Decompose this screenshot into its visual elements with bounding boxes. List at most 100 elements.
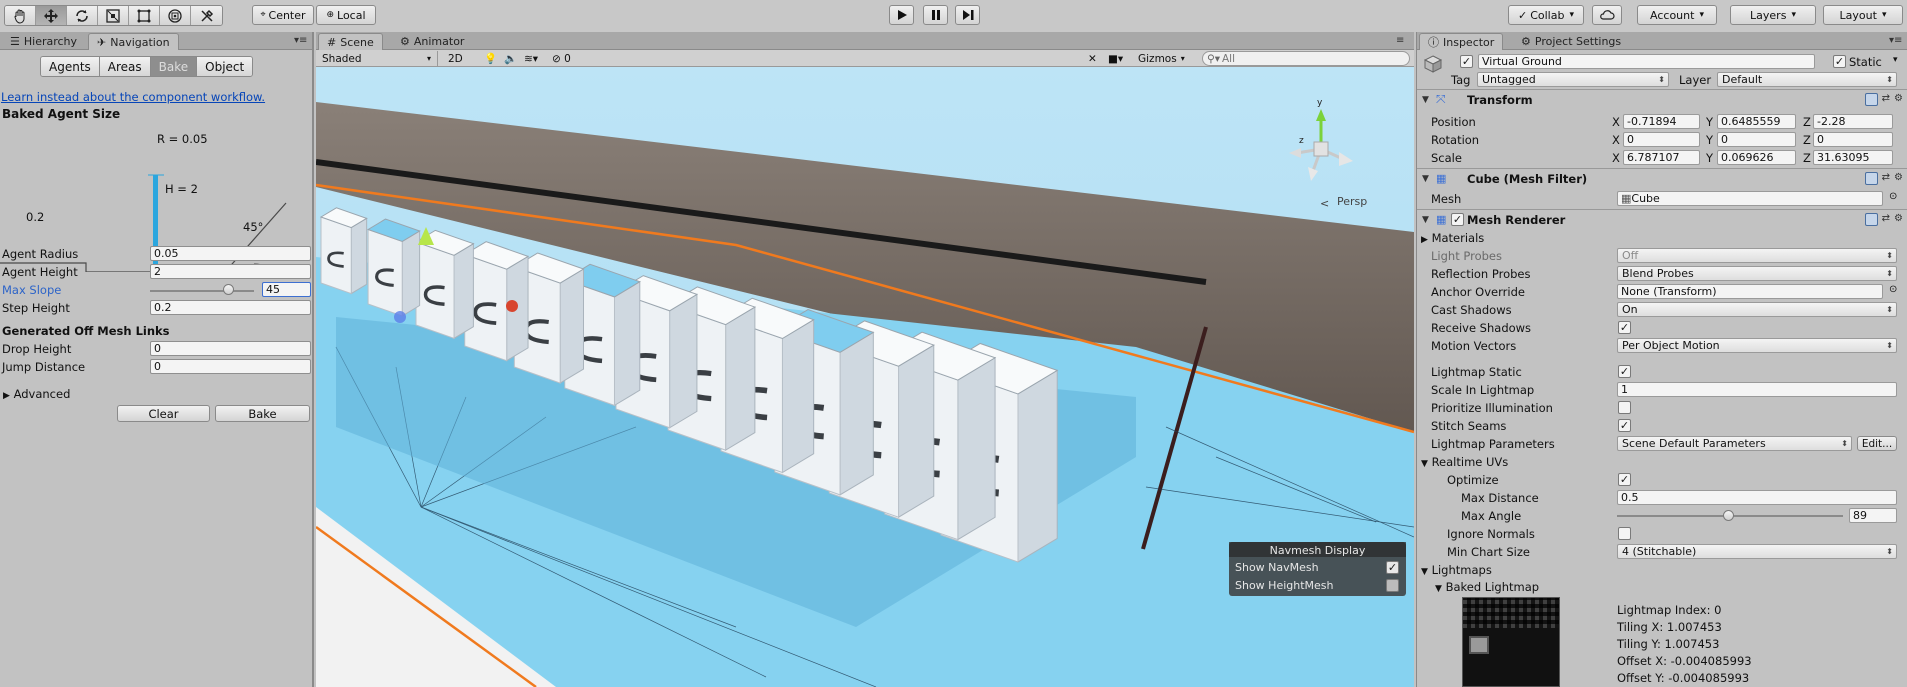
- pause-button[interactable]: [923, 5, 948, 25]
- min-chart-size-dropdown[interactable]: 4 (Stitchable): [1617, 544, 1897, 559]
- clear-button[interactable]: Clear: [117, 405, 210, 422]
- max-distance-input[interactable]: 0.5: [1617, 490, 1897, 505]
- pivot-rotation-button[interactable]: ⊕ Local: [316, 5, 376, 25]
- hidden-objects-toggle[interactable]: ⊘ 0: [552, 51, 571, 66]
- tab-scene[interactable]: # Scene: [318, 33, 383, 50]
- scene-search-input[interactable]: ⚲▾ All: [1202, 51, 1410, 66]
- ignore-normals-checkbox[interactable]: [1618, 527, 1631, 540]
- tag-dropdown[interactable]: Untagged: [1477, 72, 1669, 87]
- rotate-tool-icon[interactable]: [67, 6, 98, 25]
- edit-lightmap-parameters-button[interactable]: Edit...: [1857, 436, 1897, 451]
- hand-tool-icon[interactable]: [5, 6, 36, 25]
- gear-icon[interactable]: ⚙: [1894, 93, 1903, 106]
- agent-radius-input[interactable]: 0.05: [150, 246, 311, 261]
- camera-icon[interactable]: ■▾: [1108, 51, 1123, 66]
- max-angle-input[interactable]: 89: [1849, 508, 1897, 523]
- effects-icon[interactable]: ≋▾: [524, 51, 538, 66]
- play-button[interactable]: [889, 5, 914, 25]
- lightmap-parameters-dropdown[interactable]: Scene Default Parameters: [1617, 436, 1852, 451]
- tab-agents[interactable]: Agents: [41, 57, 100, 76]
- scale-in-lightmap-input[interactable]: 1: [1617, 382, 1897, 397]
- active-checkbox[interactable]: ✓: [1460, 55, 1473, 68]
- move-tool-icon[interactable]: [36, 6, 67, 25]
- preset-icon[interactable]: ⇄: [1882, 93, 1890, 106]
- cast-shadows-dropdown[interactable]: On: [1617, 302, 1897, 317]
- gear-icon[interactable]: ⚙: [1894, 213, 1903, 226]
- panel-menu-icon[interactable]: ▾≡: [294, 35, 307, 46]
- show-navmesh-checkbox[interactable]: ✓: [1386, 561, 1399, 574]
- drop-height-input[interactable]: 0: [150, 341, 311, 356]
- rect-tool-icon[interactable]: [129, 6, 160, 25]
- pivot-mode-button[interactable]: ⌖ Center: [252, 5, 314, 25]
- jump-distance-input[interactable]: 0: [150, 359, 311, 374]
- rotation-x-input[interactable]: 0: [1623, 132, 1700, 147]
- max-angle-slider-thumb[interactable]: [1722, 510, 1734, 521]
- lightmap-static-checkbox[interactable]: ✓: [1618, 365, 1631, 378]
- gizmos-dropdown[interactable]: Gizmos ▾: [1138, 51, 1185, 66]
- baked-lightmap-foldout[interactable]: ▼ Baked Lightmap: [1435, 580, 1539, 594]
- max-slope-slider-track[interactable]: [150, 290, 254, 292]
- position-y-input[interactable]: 0.6485559: [1717, 114, 1796, 129]
- lightmaps-foldout[interactable]: ▼ Lightmaps: [1421, 563, 1492, 577]
- scale-x-input[interactable]: 6.787107: [1623, 150, 1700, 165]
- advanced-foldout[interactable]: ▶ Advanced: [3, 387, 70, 401]
- show-heightmesh-checkbox[interactable]: [1386, 579, 1399, 592]
- scene-panel-menu-icon[interactable]: ≡: [1396, 35, 1404, 46]
- max-slope-slider-thumb[interactable]: [223, 284, 234, 295]
- scene-viewport[interactable]: z y < Persp Navmesh Display Show NavMesh…: [316, 67, 1414, 687]
- help-icon[interactable]: [1864, 93, 1878, 106]
- audio-icon[interactable]: 🔈: [504, 51, 517, 66]
- reflection-probes-dropdown[interactable]: Blend Probes: [1617, 266, 1897, 281]
- custom-tool-icon[interactable]: [191, 6, 222, 25]
- cloud-button[interactable]: [1592, 5, 1622, 25]
- static-dropdown-icon[interactable]: ▾: [1893, 55, 1898, 65]
- tab-object[interactable]: Object: [197, 57, 253, 76]
- account-dropdown[interactable]: Account: [1637, 5, 1717, 25]
- object-picker-icon[interactable]: ⊙: [1889, 191, 1897, 202]
- tab-areas[interactable]: Areas: [99, 57, 151, 76]
- scale-y-input[interactable]: 0.069626: [1717, 150, 1796, 165]
- mesh-field[interactable]: ▦Cube: [1617, 191, 1883, 206]
- tab-bake[interactable]: Bake: [150, 57, 198, 76]
- materials-foldout[interactable]: ▶ Materials: [1421, 231, 1484, 245]
- receive-shadows-checkbox[interactable]: ✓: [1618, 321, 1631, 334]
- object-picker-icon[interactable]: ⊙: [1889, 284, 1897, 295]
- transform-header[interactable]: ▼ ⤧ Transform ⇄ ⚙: [1417, 89, 1907, 109]
- lightmap-preview[interactable]: [1462, 597, 1560, 687]
- static-checkbox[interactable]: ✓: [1833, 55, 1846, 68]
- mesh-renderer-enabled-checkbox[interactable]: ✓: [1451, 213, 1464, 226]
- preset-icon[interactable]: ⇄: [1882, 172, 1890, 185]
- stitch-seams-checkbox[interactable]: ✓: [1618, 419, 1631, 432]
- anchor-override-field[interactable]: None (Transform): [1617, 284, 1883, 299]
- tab-hierarchy[interactable]: ☰ Hierarchy: [2, 33, 85, 50]
- prioritize-illumination-checkbox[interactable]: [1618, 401, 1631, 414]
- rotation-z-input[interactable]: 0: [1813, 132, 1893, 147]
- projection-label[interactable]: Persp: [1337, 195, 1367, 208]
- position-z-input[interactable]: -2.28: [1813, 114, 1893, 129]
- tab-inspector[interactable]: ⓘ Inspector: [1419, 33, 1504, 50]
- shading-mode-dropdown[interactable]: Shaded ▾: [322, 51, 438, 66]
- tab-navigation[interactable]: ✈ Navigation: [88, 33, 179, 50]
- 2d-toggle[interactable]: 2D: [448, 51, 463, 66]
- collab-dropdown[interactable]: ✓ Collab: [1508, 5, 1584, 25]
- tools-icon[interactable]: ✕: [1088, 51, 1097, 66]
- step-height-input[interactable]: 0.2: [150, 300, 311, 315]
- rotation-y-input[interactable]: 0: [1717, 132, 1796, 147]
- help-icon[interactable]: [1864, 213, 1878, 226]
- layers-dropdown[interactable]: Layers: [1730, 5, 1816, 25]
- agent-height-input[interactable]: 2: [150, 264, 311, 279]
- gear-icon[interactable]: ⚙: [1894, 172, 1903, 185]
- position-x-input[interactable]: -0.71894: [1623, 114, 1700, 129]
- tab-project-settings[interactable]: ⚙ Project Settings: [1513, 33, 1629, 50]
- realtime-uvs-foldout[interactable]: ▼ Realtime UVs: [1421, 455, 1508, 469]
- optimize-checkbox[interactable]: ✓: [1618, 473, 1631, 486]
- bake-button[interactable]: Bake: [215, 405, 310, 422]
- layer-dropdown[interactable]: Default: [1717, 72, 1897, 87]
- scale-z-input[interactable]: 31.63095: [1813, 150, 1893, 165]
- step-button[interactable]: [955, 5, 980, 25]
- scale-tool-icon[interactable]: [98, 6, 129, 25]
- transform-tool-icon[interactable]: [160, 6, 191, 25]
- help-icon[interactable]: [1864, 172, 1878, 185]
- mesh-renderer-header[interactable]: ▼ ▦ ✓ Mesh Renderer ⇄ ⚙: [1417, 209, 1907, 229]
- inspector-menu-icon[interactable]: ▾≡: [1889, 35, 1902, 46]
